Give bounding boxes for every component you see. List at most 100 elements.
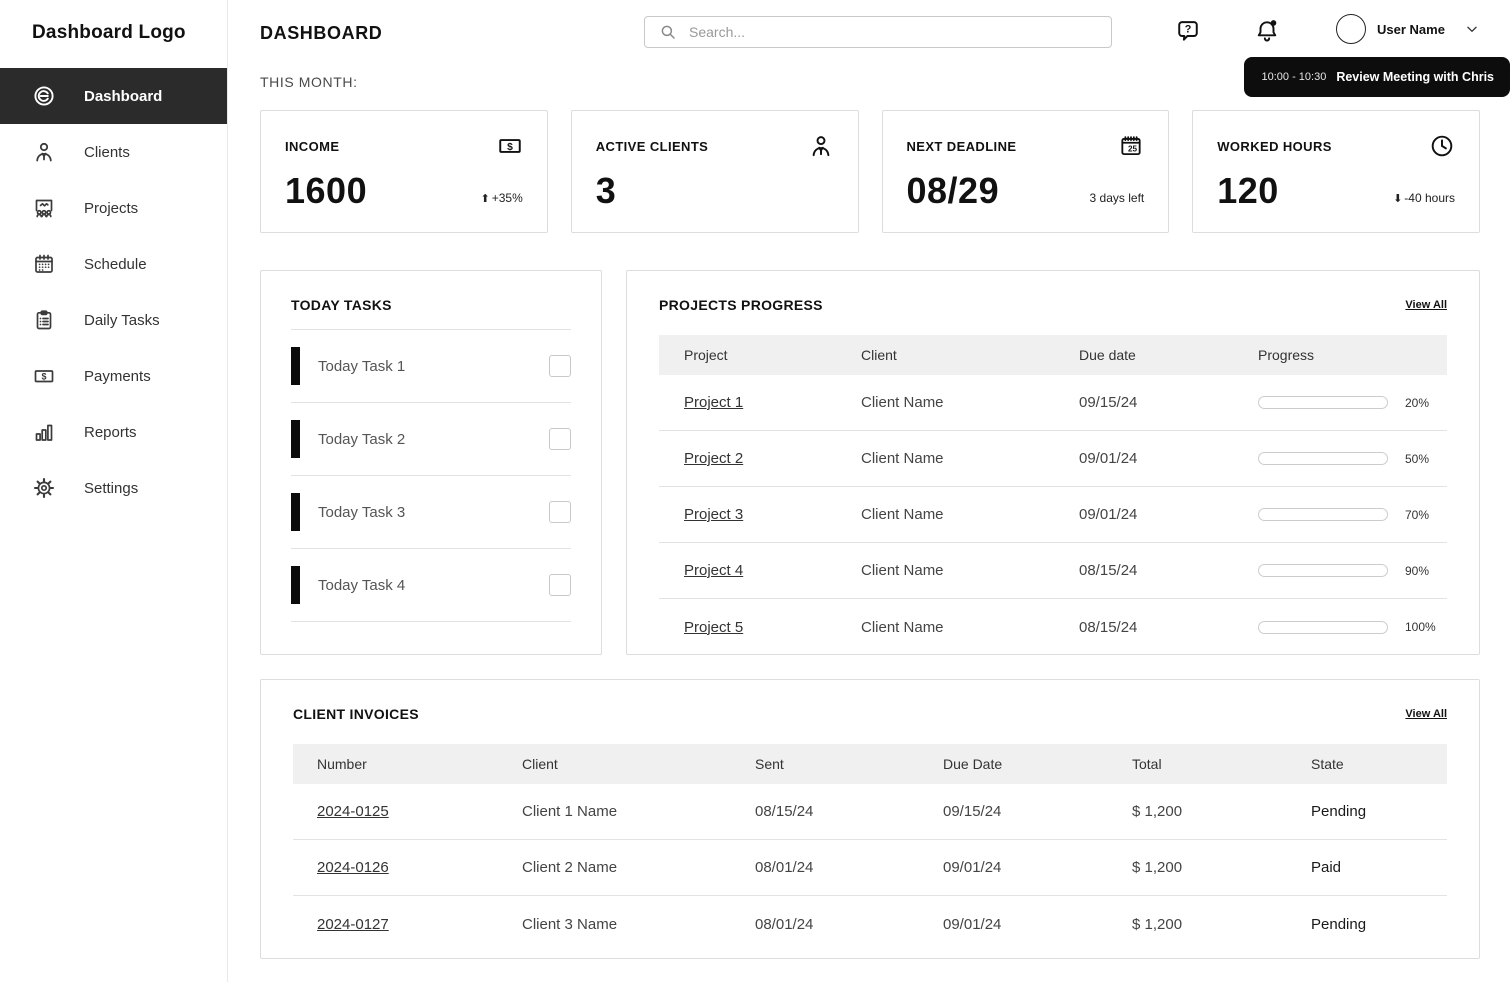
column-header: State (1311, 756, 1344, 772)
task-accent-bar (291, 493, 300, 531)
stat-trend: ⬆ +35% (480, 190, 523, 205)
sidebar-item-schedule[interactable]: Schedule (0, 236, 227, 292)
client-cell: Client Name (861, 618, 944, 636)
due-date-cell: 08/15/24 (1079, 562, 1138, 579)
task-checkbox[interactable] (549, 355, 571, 377)
project-link[interactable]: Project 3 (684, 506, 743, 523)
state-cell: Paid (1311, 859, 1342, 876)
sidebar-item-dashboard[interactable]: Dashboard (0, 68, 227, 124)
avatar (1336, 14, 1366, 44)
page-title: DASHBOARD (260, 23, 383, 43)
sidebar-item-daily-tasks[interactable]: Daily Tasks (0, 292, 227, 348)
sidebar-item-settings[interactable]: Settings (0, 460, 227, 516)
svg-text:$: $ (507, 142, 513, 153)
sidebar-item-label: Daily Tasks (84, 311, 160, 329)
notification-badge (1270, 20, 1277, 26)
invoice-number-link[interactable]: 2024-0125 (317, 803, 389, 820)
sidebar-item-clients[interactable]: Clients (0, 124, 227, 180)
project-link[interactable]: Project 5 (684, 619, 743, 636)
sent-date-cell: 08/01/24 (755, 859, 814, 876)
projects-table: Project Client Due date Progress Project… (659, 335, 1447, 654)
this-month-label: THIS MONTH: (260, 74, 358, 90)
table-row: Project 4 Client Name 08/15/24 90% (659, 543, 1447, 599)
sidebar-item-projects[interactable]: Projects (0, 180, 227, 236)
notifications-button[interactable] (1254, 18, 1280, 44)
task-checkbox[interactable] (549, 428, 571, 450)
project-link[interactable]: Project 1 (684, 394, 743, 411)
sidebar-item-label: Schedule (84, 255, 147, 273)
total-cell: $ 1,200 (1132, 803, 1183, 820)
meeting-notification-toast[interactable]: 10:00 - 10:30 Review Meeting with Chris (1244, 57, 1510, 97)
stat-value: 120 (1217, 170, 1279, 211)
progress-bar (1258, 564, 1388, 577)
task-checkbox[interactable] (549, 501, 571, 523)
sidebar-item-reports[interactable]: Reports (0, 404, 227, 460)
sent-date-cell: 08/01/24 (755, 915, 814, 933)
projects-table-header: Project Client Due date Progress (659, 335, 1447, 375)
progress-bar (1258, 620, 1388, 634)
task-row: Today Task 3 (291, 476, 571, 549)
user-menu[interactable]: User Name (1336, 14, 1479, 44)
stat-card-income: INCOME $ 1600 ⬆ +35% (260, 110, 548, 233)
client-cell: Client Name (861, 394, 944, 411)
search-box (644, 16, 1112, 48)
client-cell: Client Name (861, 450, 944, 467)
settings-icon (32, 476, 56, 500)
invoice-number-link[interactable]: 2024-0126 (317, 859, 389, 876)
sidebar-item-label: Clients (84, 143, 130, 161)
due-date-cell: 09/01/24 (943, 859, 1002, 876)
schedule-icon (32, 252, 56, 276)
sidebar-item-payments[interactable]: $ Payments (0, 348, 227, 404)
view-all-link[interactable]: View All (1405, 708, 1447, 720)
state-cell: Pending (1311, 915, 1367, 933)
help-button[interactable]: ? (1175, 18, 1201, 44)
task-label: Today Task 2 (318, 430, 406, 448)
today-tasks-panel: TODAY TASKS Today Task 1 Today Task 2 To… (260, 270, 602, 655)
sidebar: Dashboard Logo Dashboard Clients Project… (0, 0, 228, 982)
user-name: User Name (1377, 21, 1445, 37)
stat-value: 08/29 (906, 170, 1000, 211)
invoice-number-link[interactable]: 2024-0127 (317, 916, 389, 933)
progress-label: 70% (1405, 507, 1430, 522)
stat-card-worked-hours: WORKED HOURS 120 ⬇ -40 hours (1192, 110, 1480, 233)
sent-date-cell: 08/15/24 (755, 803, 814, 820)
column-header: Client (522, 756, 558, 772)
client-cell: Client 2 Name (522, 859, 618, 876)
daily-tasks-icon (32, 308, 56, 332)
stat-label: WORKED HOURS (1217, 139, 1332, 154)
sidebar-nav: Dashboard Clients Projects Schedule Dail… (0, 68, 227, 516)
bell-icon (1257, 20, 1277, 42)
projects-progress-panel: PROJECTS PROGRESS View All Project Clien… (626, 270, 1480, 655)
payments-icon: $ (32, 364, 56, 388)
project-link[interactable]: Project 2 (684, 450, 743, 467)
view-all-link[interactable]: View All (1405, 299, 1447, 311)
task-accent-bar (291, 420, 300, 458)
invoices-table-header: Number Client Sent Due Date Total State (293, 744, 1447, 784)
due-date-cell: 09/01/24 (943, 915, 1002, 933)
projects-icon (32, 196, 56, 220)
table-row: 2024-0127 Client 3 Name 08/01/24 09/01/2… (293, 896, 1447, 952)
due-date-cell: 09/01/24 (1079, 450, 1138, 467)
client-cell: Client 3 Name (522, 915, 618, 933)
stat-cards: INCOME $ 1600 ⬆ +35% ACTIVE CLIENTS 3 NE… (260, 110, 1480, 233)
stat-card-next-deadline: NEXT DEADLINE 25 08/29 3 days left (881, 110, 1170, 233)
table-row: Project 5 Client Name 08/15/24 100% (659, 599, 1447, 654)
total-cell: $ 1,200 (1132, 915, 1183, 933)
sidebar-item-label: Reports (84, 423, 137, 441)
app-logo: Dashboard Logo (32, 22, 186, 43)
progress-label: 100% (1405, 620, 1436, 634)
main-content: DASHBOARD ? User Name (228, 0, 1512, 982)
task-row: Today Task 2 (291, 403, 571, 476)
toast-text: Review Meeting with Chris (1336, 70, 1494, 84)
search-input[interactable] (689, 24, 1069, 40)
table-row: 2024-0126 Client 2 Name 08/01/24 09/01/2… (293, 840, 1447, 896)
stat-label: NEXT DEADLINE (906, 139, 1017, 154)
arrow-up-icon: ⬆ (480, 192, 490, 205)
task-checkbox[interactable] (549, 574, 571, 596)
client-cell: Client Name (861, 562, 944, 579)
progress-cell: 50% (1258, 452, 1447, 466)
stat-value: 3 (595, 170, 617, 211)
progress-label: 90% (1405, 563, 1430, 578)
column-header: Number (317, 756, 367, 772)
project-link[interactable]: Project 4 (684, 562, 743, 579)
